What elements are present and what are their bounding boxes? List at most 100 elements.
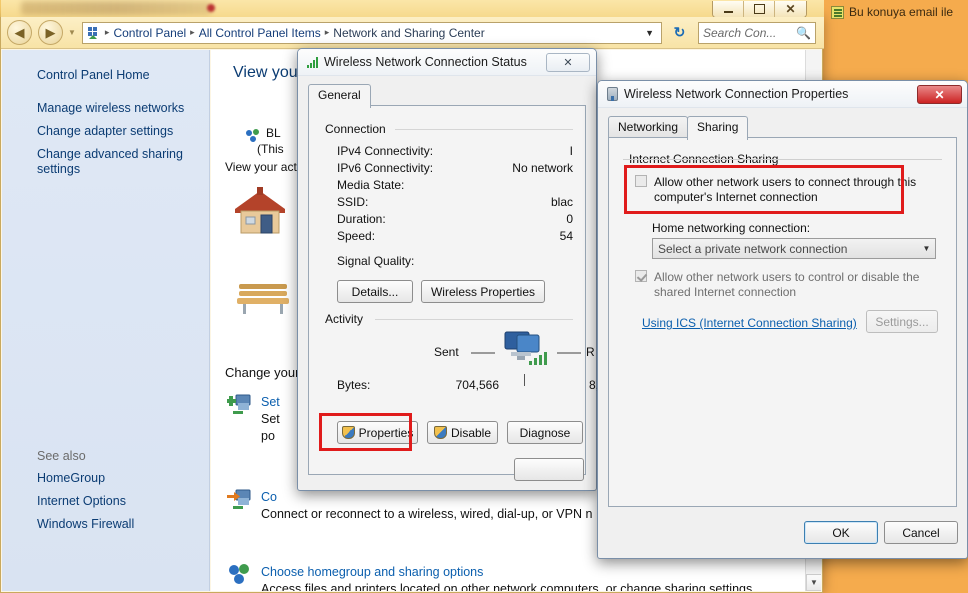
media-state-label: Media State: [337,178,405,192]
tab-general[interactable]: General [308,84,371,108]
breadcrumb-item-2[interactable]: Network and Sharing Center [333,26,484,40]
wifi-signal-icon [307,56,318,68]
computers-activity-icon [504,331,547,365]
history-dropdown-icon[interactable]: ▼ [68,28,76,37]
ics-help-link[interactable]: Using ICS (Internet Connection Sharing) [642,316,857,330]
diagnose-button[interactable]: Diagnose [507,421,583,444]
tab-networking[interactable]: Networking [608,116,689,138]
address-bar: ◀ ▶ ▼ ▸ Control Panel ▸ All Control Pane… [1,17,824,49]
connection-group-label: Connection [321,122,390,136]
properties-tabstrip: Networking Sharing [608,116,749,140]
sent-dash [471,352,495,354]
status-tabstrip: General [308,84,371,108]
status-dialog-body: General Connection IPv4 Connectivity: I … [298,76,599,490]
network-name-label: BL [266,126,281,140]
list-item[interactable]: Co Connect or reconnect to a wireless, w… [227,489,593,521]
sidebar-item-homegroup[interactable]: HomeGroup [2,467,209,490]
properties-dialog-titlebar: Wireless Network Connection Properties [598,81,967,108]
list-item-desc-1: Connect or reconnect to a wireless, wire… [261,507,593,521]
shield-icon [433,426,447,439]
close-button[interactable]: ✕ [775,1,806,17]
sidebar-item-change-adapter-settings[interactable]: Change adapter settings [2,120,209,143]
control-panel-icon [87,26,97,39]
status-general-panel: Connection IPv4 Connectivity: I IPv6 Con… [308,105,599,475]
list-item-desc-1: Access files and printers located on oth… [261,582,756,591]
settings-button[interactable]: Settings... [866,310,938,333]
ssid-value: blac [550,195,573,209]
properties-dialog-body: Networking Sharing Internet Connection S… [598,108,967,558]
ssid-label: SSID: [337,195,369,209]
allow-connect-checkbox[interactable] [635,175,647,187]
received-label: R [586,345,595,359]
sidebar-item-manage-wireless-networks[interactable]: Manage wireless networks [2,97,209,120]
breadcrumb-item-1[interactable]: All Control Panel Items [199,26,321,40]
list-item[interactable]: Choose homegroup and sharing options Acc… [229,564,756,591]
properties-button-label: Properties [358,425,414,440]
list-item[interactable]: Set Set po [227,394,280,443]
cancel-button[interactable]: Cancel [884,521,958,544]
list-item-title[interactable]: Co [261,490,592,504]
bytes-sent-value: 704,566 [455,378,499,392]
chevron-down-icon: ▼ [922,244,931,253]
forward-button[interactable]: ▶ [38,20,63,45]
signal-quality-label: Signal Quality: [337,254,415,268]
list-item-title[interactable]: Set [261,395,280,409]
activity-group-label: Activity [321,312,368,326]
details-button[interactable]: Details... [337,280,413,303]
duration-value: 0 [566,212,573,226]
allow-control-checkbox-row: Allow other network users to control or … [635,270,940,300]
allow-connect-label-line2: computer's Internet connection [654,190,818,204]
breadcrumb[interactable]: ▸ Control Panel ▸ All Control Panel Item… [81,21,662,44]
status-close-bottom-button[interactable] [514,458,584,481]
sidebar-item-internet-options[interactable]: Internet Options [2,490,209,513]
ics-group-divider [623,159,942,160]
home-networking-selected-value: Select a private network connection [658,241,848,256]
ok-button[interactable]: OK [804,521,878,544]
scroll-down-button[interactable]: ▼ [806,574,821,591]
breadcrumb-item-0[interactable]: Control Panel [113,26,186,40]
received-dash [557,352,581,354]
home-networking-select[interactable]: Select a private network connection ▼ [652,238,936,259]
list-item-title[interactable]: Choose homegroup and sharing options [261,565,756,579]
sidebar-item-windows-firewall[interactable]: Windows Firewall [2,513,209,536]
allow-control-label-line2: shared Internet connection [654,285,797,299]
speed-value: 54 [559,229,573,243]
disable-button[interactable]: Disable [427,421,498,444]
see-also-section: See also HomeGroup Internet Options Wind… [2,445,209,536]
minimize-button[interactable] [713,1,744,17]
bytes-separator [524,374,525,386]
list-item-desc-1: Set [261,412,280,426]
sidebar-item-control-panel-home[interactable]: Control Panel Home [2,64,209,97]
bytes-label: Bytes: [337,378,371,392]
email-subscribe-link[interactable]: Bu konuya email ile [831,5,953,19]
new-connection-icon [227,394,251,414]
home-icon [235,187,285,234]
allow-control-checkbox [635,270,647,282]
back-button[interactable]: ◀ [7,20,32,45]
duration-label: Duration: [337,212,386,226]
wireless-properties-button[interactable]: Wireless Properties [421,280,545,303]
control-panel-titlebar [1,0,824,17]
sidebar: Control Panel Home Manage wireless netwo… [2,50,210,591]
properties-dialog-title: Wireless Network Connection Properties [624,87,849,101]
status-close-button[interactable]: ✕ [546,53,590,72]
speed-label: Speed: [337,229,376,243]
breadcrumb-caret-icon[interactable]: ▼ [645,28,657,38]
ipv6-value: No network [512,161,573,175]
activity-group-divider [375,319,573,320]
sidebar-item-change-advanced-sharing-settings[interactable]: Change advanced sharing settings [2,143,209,181]
maximize-button[interactable] [744,1,775,17]
home-networking-label: Home networking connection: [652,221,811,235]
refresh-button[interactable]: ↻ [666,21,693,45]
properties-close-button[interactable]: ✕ [917,85,962,104]
ipv4-label: IPv4 Connectivity: [337,144,434,158]
allow-connect-checkbox-row[interactable]: Allow other network users to connect thr… [635,175,940,205]
window-title-blurred [21,1,211,15]
properties-button[interactable]: Properties [337,421,418,444]
change-settings-heading: Change your [225,365,300,380]
network-adapter-icon [607,87,618,101]
magnifier-icon: 🔍 [796,25,811,40]
tab-sharing[interactable]: Sharing [687,116,749,140]
search-input[interactable]: Search Con... 🔍 [698,21,816,44]
see-also-label: See also [37,449,86,463]
